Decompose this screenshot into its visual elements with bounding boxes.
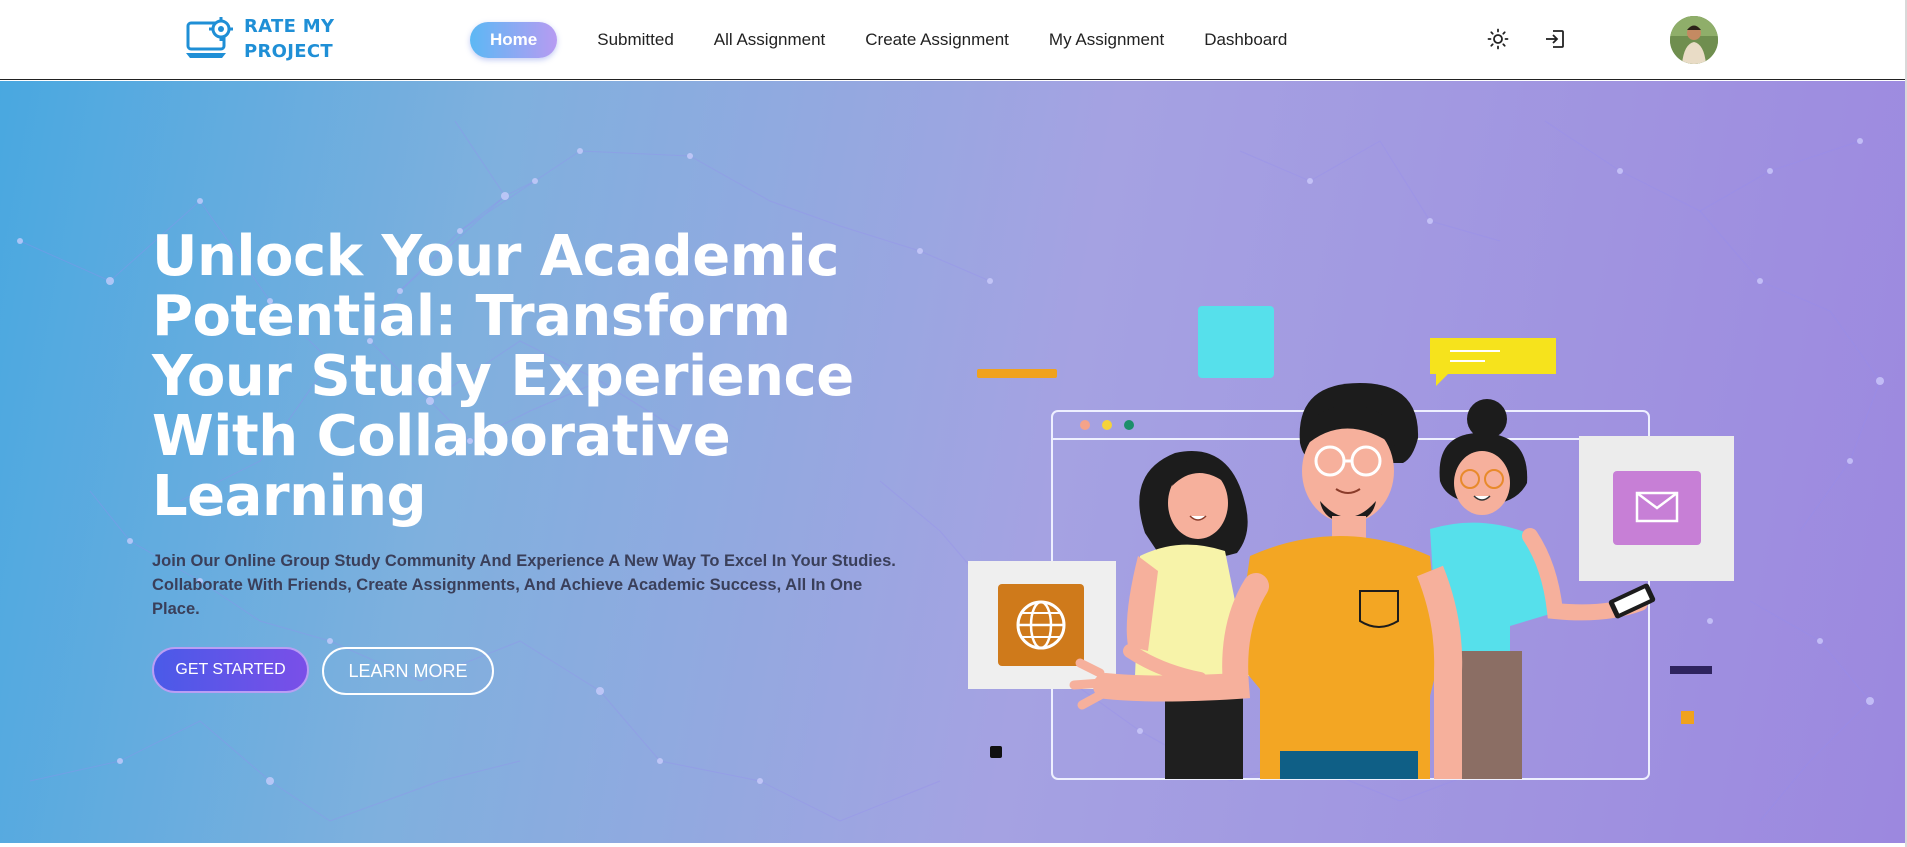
brand-logo[interactable]: RATE MY PROJECT (184, 13, 334, 65)
nav-item-create-assignment[interactable]: Create Assignment (865, 22, 1009, 58)
brand-name: RATE MY PROJECT (244, 14, 334, 64)
hero-headline: Unlock Your Academic Potential: Transfor… (152, 224, 854, 529)
top-navbar: RATE MY PROJECT Home Submitted All Assig… (0, 0, 1907, 80)
get-started-button[interactable]: GET STARTED (152, 647, 309, 693)
main-nav: Home Submitted All Assignment Create Ass… (470, 22, 1327, 58)
theme-toggle-sun-icon[interactable] (1486, 27, 1510, 51)
students-illustration (968, 306, 1734, 780)
brand-name-line2: PROJECT (244, 41, 333, 62)
hero-section: Unlock Your Academic Potential: Transfor… (0, 81, 1905, 843)
hero-subtext: Join Our Online Group Study Community An… (152, 552, 896, 618)
laptop-gear-icon (186, 17, 233, 58)
nav-item-dashboard[interactable]: Dashboard (1204, 22, 1287, 58)
brand-name-line1: RATE MY (244, 16, 335, 37)
nav-item-my-assignment[interactable]: My Assignment (1049, 22, 1164, 58)
nav-item-home[interactable]: Home (470, 22, 558, 58)
nav-item-submitted[interactable]: Submitted (597, 22, 674, 58)
nav-item-all-assignment[interactable]: All Assignment (714, 22, 826, 58)
learn-more-button[interactable]: LEARN MORE (322, 647, 494, 695)
user-avatar[interactable] (1670, 16, 1718, 64)
logout-icon[interactable] (1543, 27, 1567, 51)
